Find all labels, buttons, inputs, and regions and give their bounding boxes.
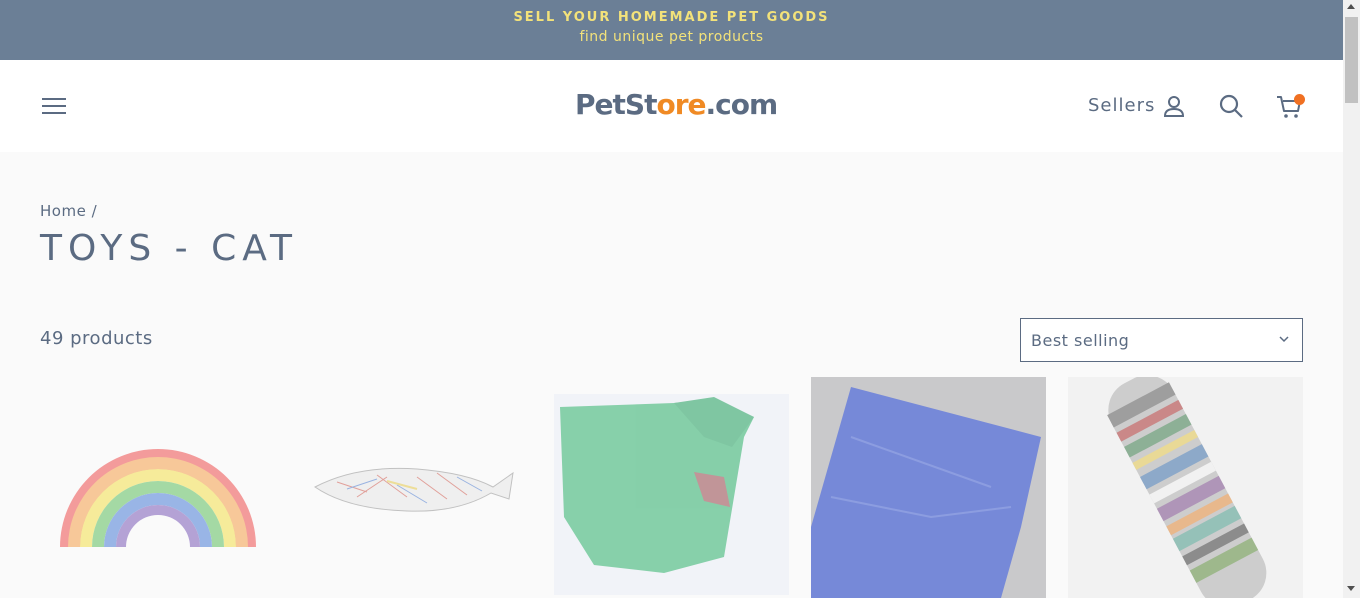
search-icon[interactable] (1218, 93, 1244, 119)
breadcrumb: Home / (40, 202, 97, 220)
blue-blanket-image (811, 377, 1046, 598)
logo-text-2: re (674, 88, 707, 121)
fish-toy-image (297, 377, 532, 598)
menu-icon[interactable] (40, 94, 68, 118)
sort-selected-value: Best selling (1031, 331, 1130, 350)
announcement-line-1[interactable]: SELL YOUR HOMEMADE PET GOODS (0, 10, 1343, 25)
announcement-line-2[interactable]: find unique pet products (0, 29, 1343, 45)
site-header: PetStore.com Sellers (0, 60, 1343, 152)
site-logo[interactable]: PetStore.com (575, 88, 779, 124)
scroll-up-icon[interactable] (1347, 4, 1355, 9)
chevron-down-icon (1279, 336, 1289, 343)
cart-badge (1294, 94, 1305, 105)
product-card[interactable] (554, 377, 789, 598)
product-card[interactable] (811, 377, 1046, 598)
scroll-thumb[interactable] (1345, 17, 1358, 103)
sellers-link[interactable]: Sellers (1088, 95, 1155, 116)
breadcrumb-separator: / (91, 202, 98, 220)
striped-kicker-image (1068, 377, 1303, 598)
breadcrumb-home[interactable]: Home (40, 202, 86, 220)
product-card[interactable] (297, 377, 532, 598)
product-card[interactable] (1068, 377, 1303, 598)
page-title: TOYS - CAT (40, 228, 299, 269)
green-blanket-image (554, 377, 789, 598)
user-icon[interactable] (1162, 94, 1186, 118)
logo-paw: o (656, 88, 675, 121)
logo-text-3: .com (705, 88, 779, 121)
product-count: 49 products (40, 328, 153, 349)
product-card[interactable] (40, 377, 275, 598)
page-scrollbar[interactable] (1343, 0, 1360, 598)
sort-select[interactable]: Best selling (1020, 318, 1303, 362)
rainbow-toy-image (40, 377, 275, 598)
announcement-bar: SELL YOUR HOMEMADE PET GOODS find unique… (0, 0, 1343, 60)
scroll-down-icon[interactable] (1347, 586, 1355, 591)
logo-text-1: PetSt (575, 88, 657, 121)
